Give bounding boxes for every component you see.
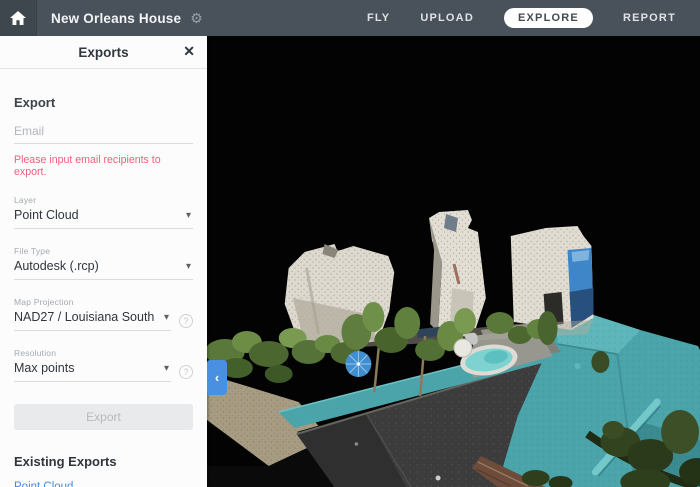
main-nav: FLY UPLOAD EXPLORE REPORT (367, 8, 700, 28)
file-type-label: File Type (14, 246, 51, 256)
chevron-down-icon: ▾ (185, 209, 191, 221)
export-section-title: Export (14, 95, 56, 110)
project-title: New Orleans House (51, 10, 182, 26)
resolution-value: Max points (14, 361, 75, 375)
point-cloud-scene (207, 36, 700, 487)
email-input[interactable] (14, 122, 193, 144)
file-type-select[interactable]: Autodesk (.rcp) ▾ (14, 259, 193, 280)
resolution-label: Resolution (14, 348, 57, 358)
exports-panel: Exports ✕ Export Please input email reci… (0, 36, 207, 487)
panel-collapse-button[interactable]: ‹ (207, 360, 227, 395)
resolution-field: Resolution Max points ▾ ? (14, 348, 193, 382)
exports-panel-body: Export Please input email recipients to … (0, 95, 207, 487)
help-icon[interactable]: ? (179, 364, 193, 379)
layer-field: Layer Point Cloud ▾ (14, 195, 193, 229)
close-icon[interactable]: ✕ (183, 43, 195, 60)
layer-select[interactable]: Point Cloud ▾ (14, 208, 193, 229)
chevron-left-icon: ‹ (214, 369, 220, 385)
map-projection-value: NAD27 / Louisiana South (14, 310, 155, 324)
chevron-down-icon: ▾ (163, 311, 169, 323)
chevron-down-icon: ▾ (163, 362, 169, 374)
file-type-value: Autodesk (.rcp) (14, 259, 99, 273)
file-type-field: File Type Autodesk (.rcp) ▾ (14, 246, 193, 280)
nav-fly[interactable]: FLY (367, 12, 390, 24)
existing-export-layer-link[interactable]: Point Cloud (14, 481, 73, 487)
nav-upload[interactable]: UPLOAD (420, 12, 474, 24)
home-icon (10, 11, 26, 25)
email-error-message: Please input email recipients to export. (14, 154, 161, 178)
layer-value: Point Cloud (14, 208, 79, 222)
map-projection-field: Map Projection NAD27 / Louisiana South ▾… (14, 297, 193, 331)
gear-icon[interactable]: ⚙ (190, 10, 203, 27)
home-button[interactable] (0, 0, 37, 36)
exports-panel-header: Exports ✕ (0, 36, 207, 69)
app-window: New Orleans House ⚙ FLY UPLOAD EXPLORE R… (0, 0, 700, 487)
top-navigation-bar: New Orleans House ⚙ FLY UPLOAD EXPLORE R… (0, 0, 700, 36)
map-projection-select[interactable]: NAD27 / Louisiana South ▾ (14, 310, 171, 331)
resolution-select[interactable]: Max points ▾ (14, 361, 171, 382)
chevron-down-icon: ▾ (185, 260, 191, 272)
existing-exports-title: Existing Exports (14, 454, 117, 469)
help-icon[interactable]: ? (179, 313, 193, 328)
export-button[interactable]: Export (14, 404, 193, 430)
viewport-3d[interactable] (207, 36, 700, 487)
panel-title: Exports (78, 44, 129, 60)
layer-label: Layer (14, 195, 37, 205)
nav-report[interactable]: REPORT (623, 12, 676, 24)
nav-explore[interactable]: EXPLORE (503, 8, 593, 28)
map-projection-label: Map Projection (14, 297, 74, 307)
